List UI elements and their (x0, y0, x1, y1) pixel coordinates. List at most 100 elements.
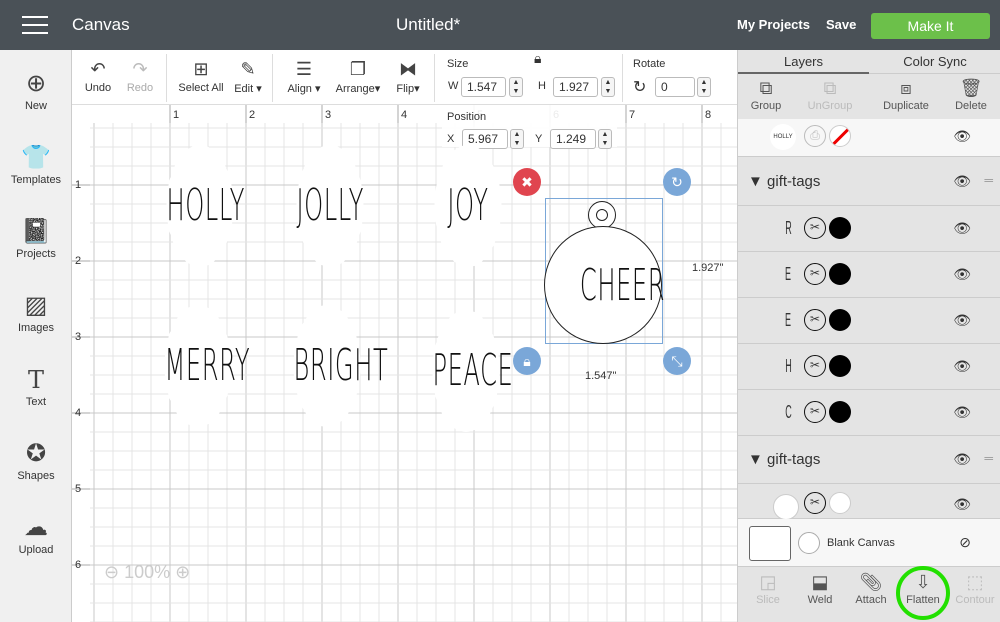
tag-merry[interactable]: MERRY (164, 305, 250, 427)
height-stepper[interactable]: ▲ ▼ (601, 77, 615, 97)
layer-item-letter[interactable]: R ✂ 👁 (738, 206, 1000, 252)
arrange-icon: ❐ (349, 59, 367, 79)
position-panel: Position X 5.967 ▲ ▼ Y 1.249 ▲ ▼ (442, 105, 617, 149)
layer-item-tag-base[interactable]: ✂ 👁 (738, 484, 1000, 520)
group-button[interactable]: ⧉ Group (740, 78, 792, 112)
eye-icon[interactable]: 👁 (953, 220, 971, 237)
ruler-y-label: 5 (75, 483, 81, 495)
tag-cheer-selected[interactable]: CHEER (544, 226, 665, 344)
drag-handle-icon[interactable]: ═ (984, 173, 993, 187)
color-swatch[interactable] (829, 309, 851, 331)
sidebar-text[interactable]: T Text (0, 364, 72, 408)
zoom-out-button[interactable]: ⊖ (104, 562, 119, 582)
sidebar-templates[interactable]: 👕 Templates (0, 142, 72, 186)
resize-handle-icon[interactable]: ⤡ (663, 347, 691, 375)
sidebar-projects[interactable]: 📓 Projects (0, 216, 72, 260)
sidebar-new[interactable]: ⊕ New (0, 68, 72, 112)
color-swatch[interactable] (829, 401, 851, 423)
layer-item-letter[interactable]: E ✂ 👁 (738, 252, 1000, 298)
tshirt-icon: 👕 (21, 144, 51, 171)
lock-ratio-icon[interactable]: 🔒︎ (534, 50, 541, 67)
no-color-swatch[interactable] (829, 125, 851, 147)
rotate-handle-icon[interactable]: ↻ (663, 168, 691, 196)
redo-icon: ↷ (132, 59, 148, 79)
eye-hidden-icon[interactable]: ⊘ (959, 534, 971, 551)
width-stepper[interactable]: ▲ ▼ (509, 77, 523, 97)
lock-handle-icon[interactable]: 🔒︎ (513, 347, 541, 375)
layer-blank-canvas[interactable]: Blank Canvas ⊘ (738, 519, 1000, 567)
layer-item-holly[interactable]: HOLLY ⎙ 👁 (738, 119, 1000, 157)
left-sidebar: ⊕ New 👕 Templates 📓 Projects ▨ Images T Text … (0, 50, 72, 622)
ruler-x-label: 2 (249, 109, 255, 121)
eye-icon[interactable]: 👁 (953, 451, 971, 468)
select-all-button[interactable]: ⊞ Select All (176, 56, 226, 94)
y-stepper[interactable]: ▲ ▼ (598, 129, 612, 149)
width-input[interactable]: 1.547 (461, 77, 506, 97)
slice-button[interactable]: ◲ Slice (742, 572, 794, 606)
tag-peace[interactable]: PEACE (432, 310, 513, 432)
layer-item-letter[interactable]: E ✂ 👁 (738, 298, 1000, 344)
zoom-level: 100% (124, 562, 171, 582)
tag-bright[interactable]: BRIGHT (293, 305, 388, 427)
drag-handle-icon[interactable]: ═ (984, 451, 993, 465)
color-swatch[interactable] (829, 355, 851, 377)
ungroup-button[interactable]: ⧉ UnGroup (800, 78, 860, 112)
ruler-x-label: 4 (401, 109, 407, 121)
layer-group-gift-tags-2[interactable]: ▼ gift-tags 👁 ═ (738, 435, 1000, 484)
tag-joy[interactable]: JOY (434, 145, 502, 267)
make-it-button[interactable]: Make It (871, 13, 990, 39)
eye-icon[interactable]: 👁 (953, 312, 971, 329)
undo-button[interactable]: ↶ Undo (82, 56, 114, 94)
redo-button[interactable]: ↷ Redo (124, 56, 156, 94)
color-swatch[interactable] (829, 263, 851, 285)
rotate-stepper[interactable]: ▲ ▼ (697, 77, 711, 97)
delete-handle-icon[interactable]: ✖ (513, 168, 541, 196)
weld-button[interactable]: ⬓ Weld (794, 572, 846, 606)
tag-holly[interactable]: HOLLY (166, 145, 244, 267)
eye-icon[interactable]: 👁 (953, 128, 971, 145)
h-label: H (538, 80, 546, 92)
tab-layers[interactable]: Layers (738, 50, 869, 74)
sidebar-upload[interactable]: ☁ Upload (0, 512, 72, 556)
layer-item-letter[interactable]: H ✂ 👁 (738, 344, 1000, 390)
edit-button[interactable]: ✎ Edit ▾ (232, 56, 264, 95)
design-canvas[interactable]: 12345678123456 Position X 5.967 ▲▼ Y 1.2… (72, 105, 737, 622)
tag-jolly[interactable]: JOLLY (296, 145, 364, 267)
layer-group-gift-tags[interactable]: ▼ gift-tags 👁 ═ (738, 157, 1000, 206)
cut-icon: ✂ (804, 263, 826, 285)
contour-button[interactable]: ⬚ Contour (949, 572, 1000, 606)
app-name: Canvas (72, 15, 130, 34)
size-label: Size (447, 58, 469, 70)
undo-icon: ↶ (90, 59, 106, 79)
save-button[interactable]: Save (826, 17, 856, 32)
arrange-button[interactable]: ❐ Arrange▾ (332, 56, 384, 95)
layer-item-letter[interactable]: C ✂ 👁 (738, 390, 1000, 436)
eye-icon[interactable]: 👁 (953, 358, 971, 375)
delete-button[interactable]: 🗑︎ Delete (945, 78, 997, 112)
x-stepper[interactable]: ▲ ▼ (510, 129, 524, 149)
sidebar-shapes[interactable]: ✪ Shapes (0, 438, 72, 482)
height-input[interactable]: 1.927 (553, 77, 598, 97)
ruler-x-label: 8 (705, 109, 711, 121)
color-swatch[interactable] (829, 492, 851, 514)
tab-color-sync[interactable]: Color Sync (869, 50, 1000, 74)
rotate-input[interactable]: 0 (655, 77, 695, 97)
menu-icon[interactable] (22, 16, 48, 34)
my-projects-button[interactable]: My Projects (737, 17, 810, 32)
canvas-color-swatch[interactable] (798, 532, 820, 554)
eye-icon[interactable]: 👁 (953, 496, 971, 513)
eye-icon[interactable]: 👁 (953, 266, 971, 283)
ruler-y-label: 4 (75, 407, 81, 419)
y-position-input[interactable]: 1.249 (550, 129, 596, 149)
color-swatch[interactable] (829, 217, 851, 239)
flip-button[interactable]: ⧓ Flip▾ (392, 56, 424, 95)
zoom-in-button[interactable]: ⊕ (175, 562, 190, 582)
eye-icon[interactable]: 👁 (953, 173, 971, 190)
ruler-y-label: 2 (75, 255, 81, 267)
attach-button[interactable]: 📎︎ Attach (845, 572, 897, 606)
cut-icon: ✂ (804, 355, 826, 377)
duplicate-button[interactable]: ⧈ Duplicate (876, 78, 936, 112)
align-button[interactable]: ☰ Align ▾ (284, 56, 324, 95)
sidebar-images[interactable]: ▨ Images (0, 290, 72, 334)
eye-icon[interactable]: 👁 (953, 404, 971, 421)
